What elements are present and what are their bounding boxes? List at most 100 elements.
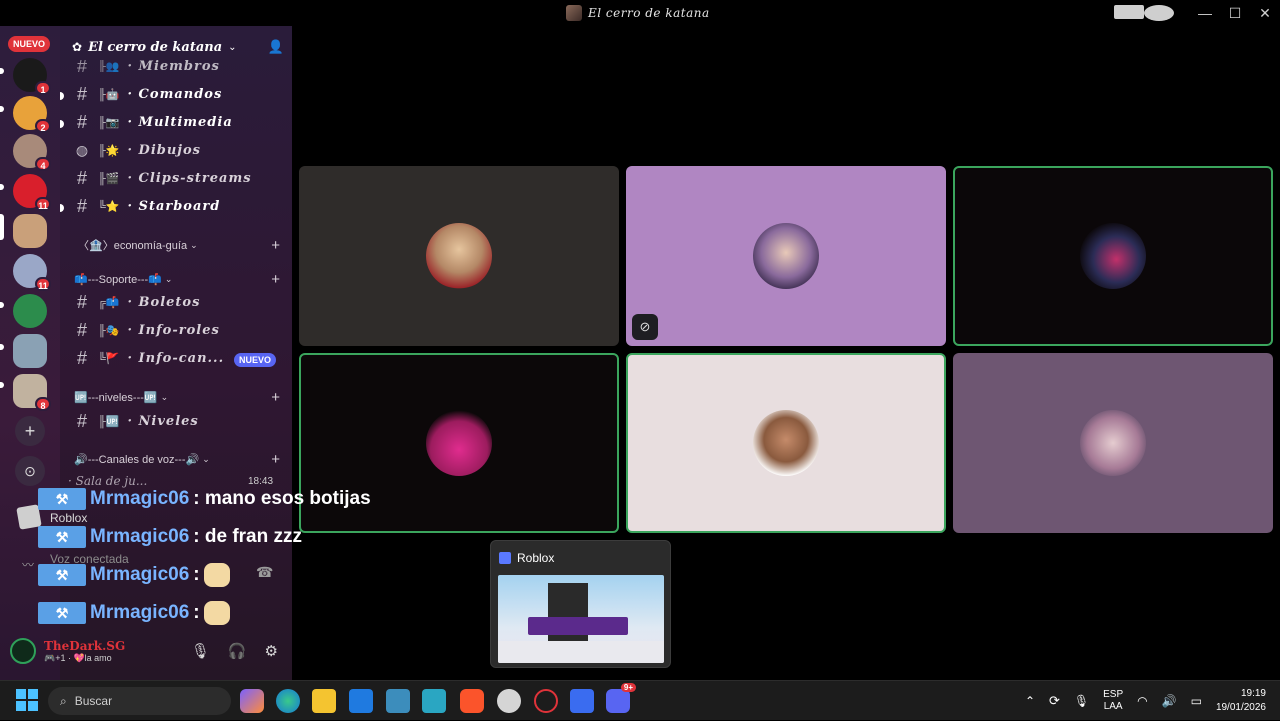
chevron-down-icon: ⌄ — [202, 453, 210, 464]
add-channel-icon[interactable]: + — [271, 271, 280, 288]
guild-icon[interactable]: 2 — [13, 96, 51, 133]
participant-tile[interactable] — [299, 166, 619, 346]
channel-item[interactable]: # ╟🆙 · Niveles — [74, 409, 284, 433]
microphone-icon[interactable]: 🎙 — [1074, 694, 1089, 708]
add-channel-icon[interactable]: + — [271, 451, 280, 468]
category-economia[interactable]: 〈🏦〉economía-guía ⌄ + — [74, 236, 280, 254]
channel-item[interactable]: ◍ ╟🌟 · Dibujos — [74, 138, 284, 162]
channel-item[interactable]: # ╟🎬 · Clips-streams — [74, 166, 284, 190]
platform-logo-icon: ⚒ — [38, 526, 86, 548]
guild-icon[interactable]: 11 — [13, 254, 51, 291]
volume-icon[interactable]: 🔊 — [1162, 694, 1177, 708]
channel-item[interactable]: # ╚⭐ · Starboard — [74, 194, 284, 218]
guild-icon-selected[interactable] — [13, 214, 47, 248]
window-title: El cerro de katana — [588, 6, 710, 20]
discord-icon[interactable]: 9+ — [606, 683, 636, 713]
wifi-icon[interactable]: ◠ — [1137, 694, 1147, 708]
hash-icon: # — [76, 410, 87, 431]
participant-avatar — [753, 223, 819, 289]
channel-item[interactable]: # ╟🤖 · Comandos — [74, 82, 284, 106]
add-server-icon[interactable]: + — [15, 416, 45, 446]
participant-tile-speaking[interactable] — [953, 166, 1273, 346]
channel-name: · Boletos — [127, 294, 201, 310]
channel-item[interactable]: # ╔📫 · Boletos — [74, 290, 284, 314]
copilot-icon[interactable] — [240, 689, 264, 713]
guild-icon[interactable]: 8 — [13, 374, 51, 411]
gear-icon[interactable]: ⚙ — [265, 642, 278, 660]
language-indicator[interactable]: ESP LAA — [1103, 689, 1123, 713]
guild-icon[interactable] — [13, 294, 47, 328]
invite-people-icon[interactable]: 👤 — [268, 39, 284, 55]
channel-item[interactable]: # ╟🎭 · Info-roles — [74, 318, 284, 342]
channel-name: · Info-roles — [127, 322, 220, 338]
file-explorer-icon[interactable] — [312, 689, 336, 713]
clock[interactable]: 19:19 19/01/2026 — [1216, 687, 1266, 715]
hash-icon: # — [76, 83, 87, 104]
sync-icon[interactable]: ⟳ — [1049, 693, 1060, 709]
add-channel-icon[interactable]: + — [271, 237, 280, 254]
search-icon: ⌕ — [60, 693, 67, 708]
help-icon[interactable]: ? — [1144, 5, 1174, 21]
chevron-up-icon[interactable]: ⌃ — [1025, 694, 1035, 708]
platform-logo-icon: ⚒ — [38, 564, 86, 586]
calculator-icon[interactable] — [386, 689, 410, 713]
headphones-icon[interactable]: 🎧 — [228, 642, 247, 660]
server-header[interactable]: ✿ El cerro de katana ⌄ 👤 — [72, 36, 284, 58]
category-niveles[interactable]: 🆙---niveles---🆙 ⌄ + — [74, 388, 280, 406]
add-channel-icon[interactable]: + — [271, 389, 280, 406]
steam-icon[interactable] — [497, 689, 521, 713]
unread-pip — [0, 184, 4, 190]
chat-message: ⚒ Mrmagic06 : mano esos botijas — [38, 480, 458, 518]
guild-badge: 11 — [35, 197, 51, 211]
channel-name: · Comandos — [127, 86, 223, 102]
search-input[interactable]: ⌕ Buscar — [48, 687, 231, 715]
window-title-group: El cerro de katana — [566, 5, 710, 21]
taskbar-preview[interactable]: Roblox — [490, 540, 671, 668]
discord-badge: 9+ — [620, 683, 636, 692]
participant-tile-speaking[interactable] — [626, 353, 946, 533]
edge-icon[interactable] — [276, 689, 300, 713]
opera-gx-icon[interactable] — [534, 689, 558, 713]
channel-item[interactable]: # ╟📷 · Multimedia — [74, 110, 284, 134]
close-button[interactable]: ✕ — [1250, 5, 1280, 22]
hash-icon: # — [76, 167, 87, 188]
battery-icon[interactable]: ▭ — [1191, 694, 1202, 708]
guild-badge: 4 — [35, 157, 51, 171]
brave-icon[interactable] — [460, 689, 484, 713]
chevron-down-icon: ⌄ — [190, 239, 198, 250]
preview-thumbnail — [498, 575, 664, 663]
guild-icon[interactable] — [13, 334, 47, 368]
maximize-button[interactable]: ☐ — [1220, 5, 1250, 22]
participant-tile[interactable] — [953, 353, 1273, 533]
guild-icon[interactable]: 4 — [13, 134, 51, 171]
hash-icon: # — [76, 111, 87, 132]
guild-badge: 2 — [35, 119, 51, 133]
signal-icon: 〰 — [22, 558, 35, 572]
avatar[interactable] — [10, 638, 36, 664]
hash-icon: # — [76, 195, 87, 216]
channel-name: · Starboard — [127, 198, 221, 214]
guild-badge: 1 — [35, 81, 51, 95]
channel-item[interactable]: # ╟👥 · Miembros — [74, 60, 284, 72]
chat-text: : — [193, 602, 200, 623]
chevron-down-icon: ⌄ — [160, 391, 169, 402]
start-button[interactable] — [16, 689, 40, 713]
chevron-down-icon: ⌄ — [164, 273, 173, 284]
phone-link-icon[interactable] — [422, 689, 446, 713]
channel-name: · Multimedia — [127, 114, 233, 130]
inbox-icon[interactable] — [1114, 4, 1144, 22]
participant-avatar — [1080, 410, 1146, 476]
category-soporte[interactable]: 📫---Soporte---📫 ⌄ + — [74, 270, 280, 288]
unread-dot — [60, 92, 64, 100]
user-status: 🎮+1 · 💖la amo — [44, 652, 112, 663]
category-voz[interactable]: 🔊---Canales de voz---🔊 ⌄ + — [74, 450, 280, 468]
participant-tile[interactable]: ⊘ — [626, 166, 946, 346]
roblox-taskbar-icon[interactable] — [570, 689, 594, 713]
guild-icon[interactable]: 11 — [13, 174, 51, 211]
mail-icon[interactable] — [349, 689, 373, 713]
guild-icon[interactable]: 1 — [13, 58, 51, 95]
minimize-button[interactable]: — — [1190, 5, 1220, 21]
microphone-icon[interactable]: 🎙 — [191, 642, 210, 660]
chat-username: Mrmagic06 — [90, 602, 190, 623]
server-icon: ✿ — [72, 40, 83, 54]
